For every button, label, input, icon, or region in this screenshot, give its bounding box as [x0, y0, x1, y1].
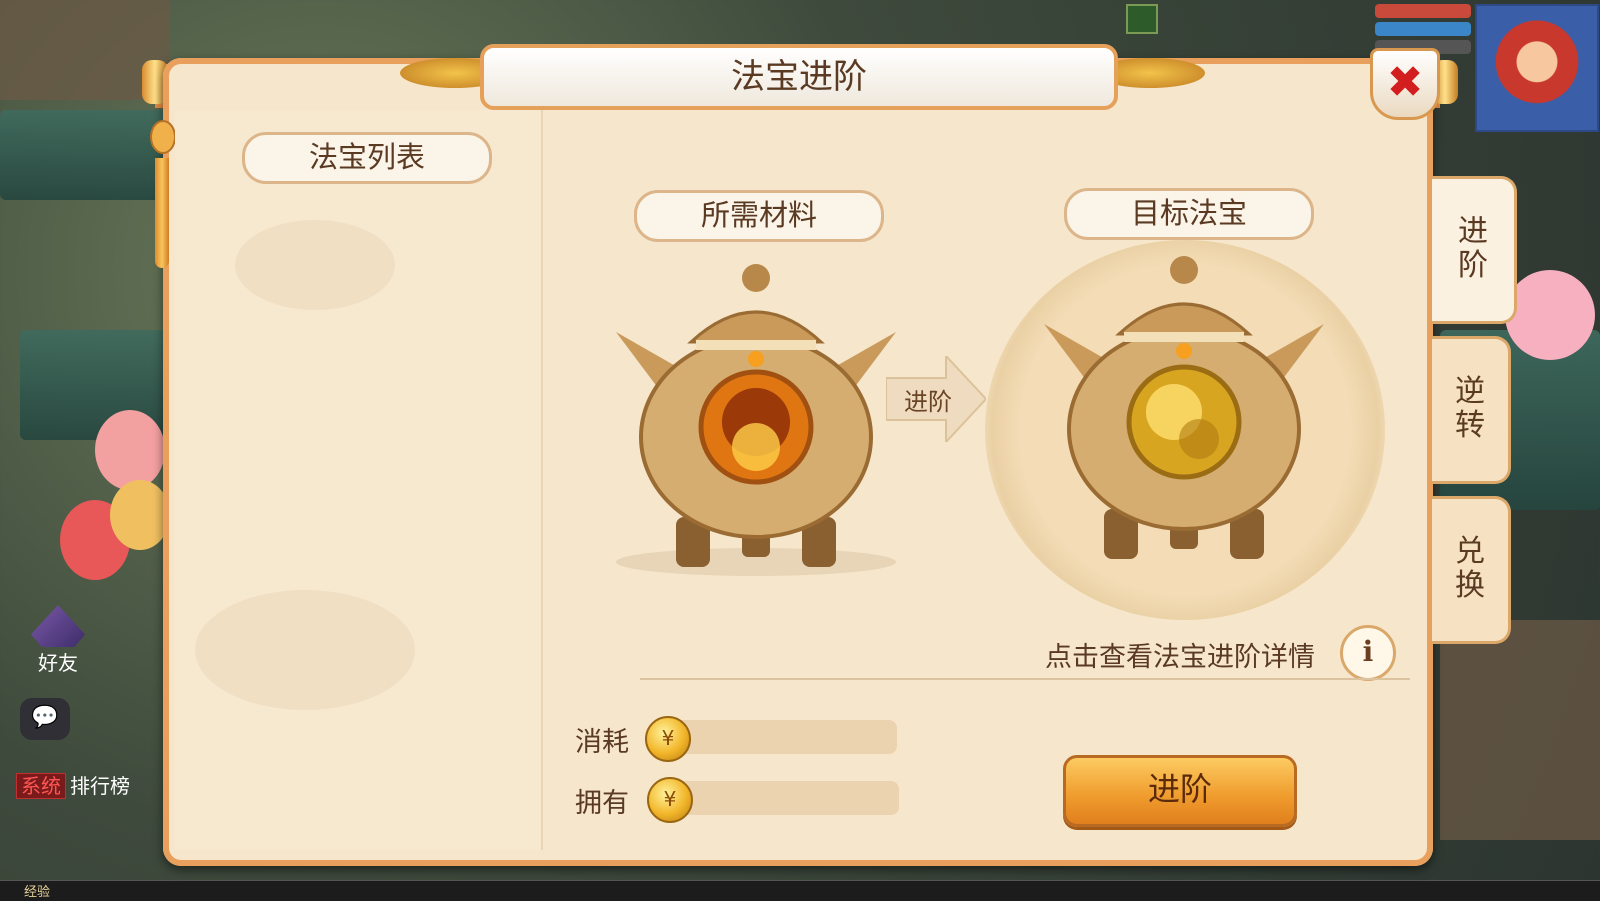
cloud-decoration — [235, 220, 395, 310]
own-amount-bar — [669, 781, 899, 815]
close-x-icon: ✖ — [1386, 57, 1424, 108]
target-header: 目标法宝 — [1064, 188, 1314, 240]
balloon — [95, 410, 165, 490]
info-icon[interactable]: i — [1340, 625, 1396, 681]
friends-button[interactable]: 好友 — [28, 605, 88, 675]
close-button[interactable]: ✖ — [1370, 48, 1440, 120]
tab-reverse-label-1: 逆 — [1455, 374, 1485, 409]
mp-bar — [1375, 22, 1471, 36]
minimap-icon[interactable] — [1126, 4, 1158, 34]
advance-detail-link[interactable]: 点击查看法宝进阶详情 — [1045, 635, 1315, 674]
artifact-list-header: 法宝列表 — [242, 132, 492, 184]
artifact-list-panel — [175, 110, 543, 850]
tab-exchange[interactable]: 兑 换 — [1432, 496, 1511, 644]
player-avatar[interactable] — [1475, 4, 1599, 132]
divider — [640, 678, 1410, 680]
cloud-decoration — [195, 590, 415, 710]
own-label: 拥有 — [575, 788, 629, 819]
target-artifact-cauldron[interactable] — [1034, 254, 1334, 574]
tab-reverse-label-2: 转 — [1455, 408, 1485, 443]
exp-bar — [0, 880, 1600, 901]
advance-arrow: 进阶 — [886, 356, 986, 442]
balloon — [1505, 270, 1595, 360]
consume-row: 消耗 ¥ — [575, 716, 915, 762]
own-row: 拥有 ¥ — [575, 777, 915, 823]
chat-button[interactable]: 💬 — [20, 698, 70, 740]
arrow-label: 进阶 — [904, 388, 952, 416]
chat-bubble-icon: 💬 — [31, 705, 59, 730]
system-message-text: 排行榜 — [70, 774, 130, 798]
tab-advance-label-1: 进 — [1458, 214, 1488, 249]
cauldron-gold-icon — [1044, 256, 1324, 559]
friends-label: 好友 — [38, 651, 78, 675]
gold-coin-icon: ¥ — [647, 777, 693, 823]
friend-hat-icon — [31, 605, 85, 647]
balloon — [110, 480, 170, 550]
tab-reverse[interactable]: 逆 转 — [1432, 336, 1511, 484]
materials-header: 所需材料 — [634, 190, 884, 242]
material-artifact-cauldron[interactable] — [606, 262, 906, 582]
cauldron-icon — [616, 264, 896, 576]
bg-roof — [0, 110, 170, 200]
tassel-ornament — [150, 120, 176, 290]
consume-label: 消耗 — [575, 727, 629, 758]
consume-amount-bar — [667, 720, 897, 754]
dialog-title: 法宝进阶 — [480, 44, 1118, 110]
bg-building — [1440, 620, 1600, 840]
gold-coin-icon: ¥ — [645, 716, 691, 762]
exp-label: 经验 — [24, 885, 51, 900]
tab-advance[interactable]: 进 阶 — [1432, 176, 1517, 324]
system-message: 系统 排行榜 — [16, 770, 130, 799]
system-tag: 系统 — [16, 773, 66, 799]
advance-button[interactable]: 进阶 — [1063, 755, 1297, 827]
tab-exchange-label-1: 兑 — [1455, 534, 1485, 569]
tab-advance-label-2: 阶 — [1458, 248, 1488, 283]
hp-bar — [1375, 4, 1471, 18]
tab-exchange-label-2: 换 — [1455, 568, 1485, 603]
